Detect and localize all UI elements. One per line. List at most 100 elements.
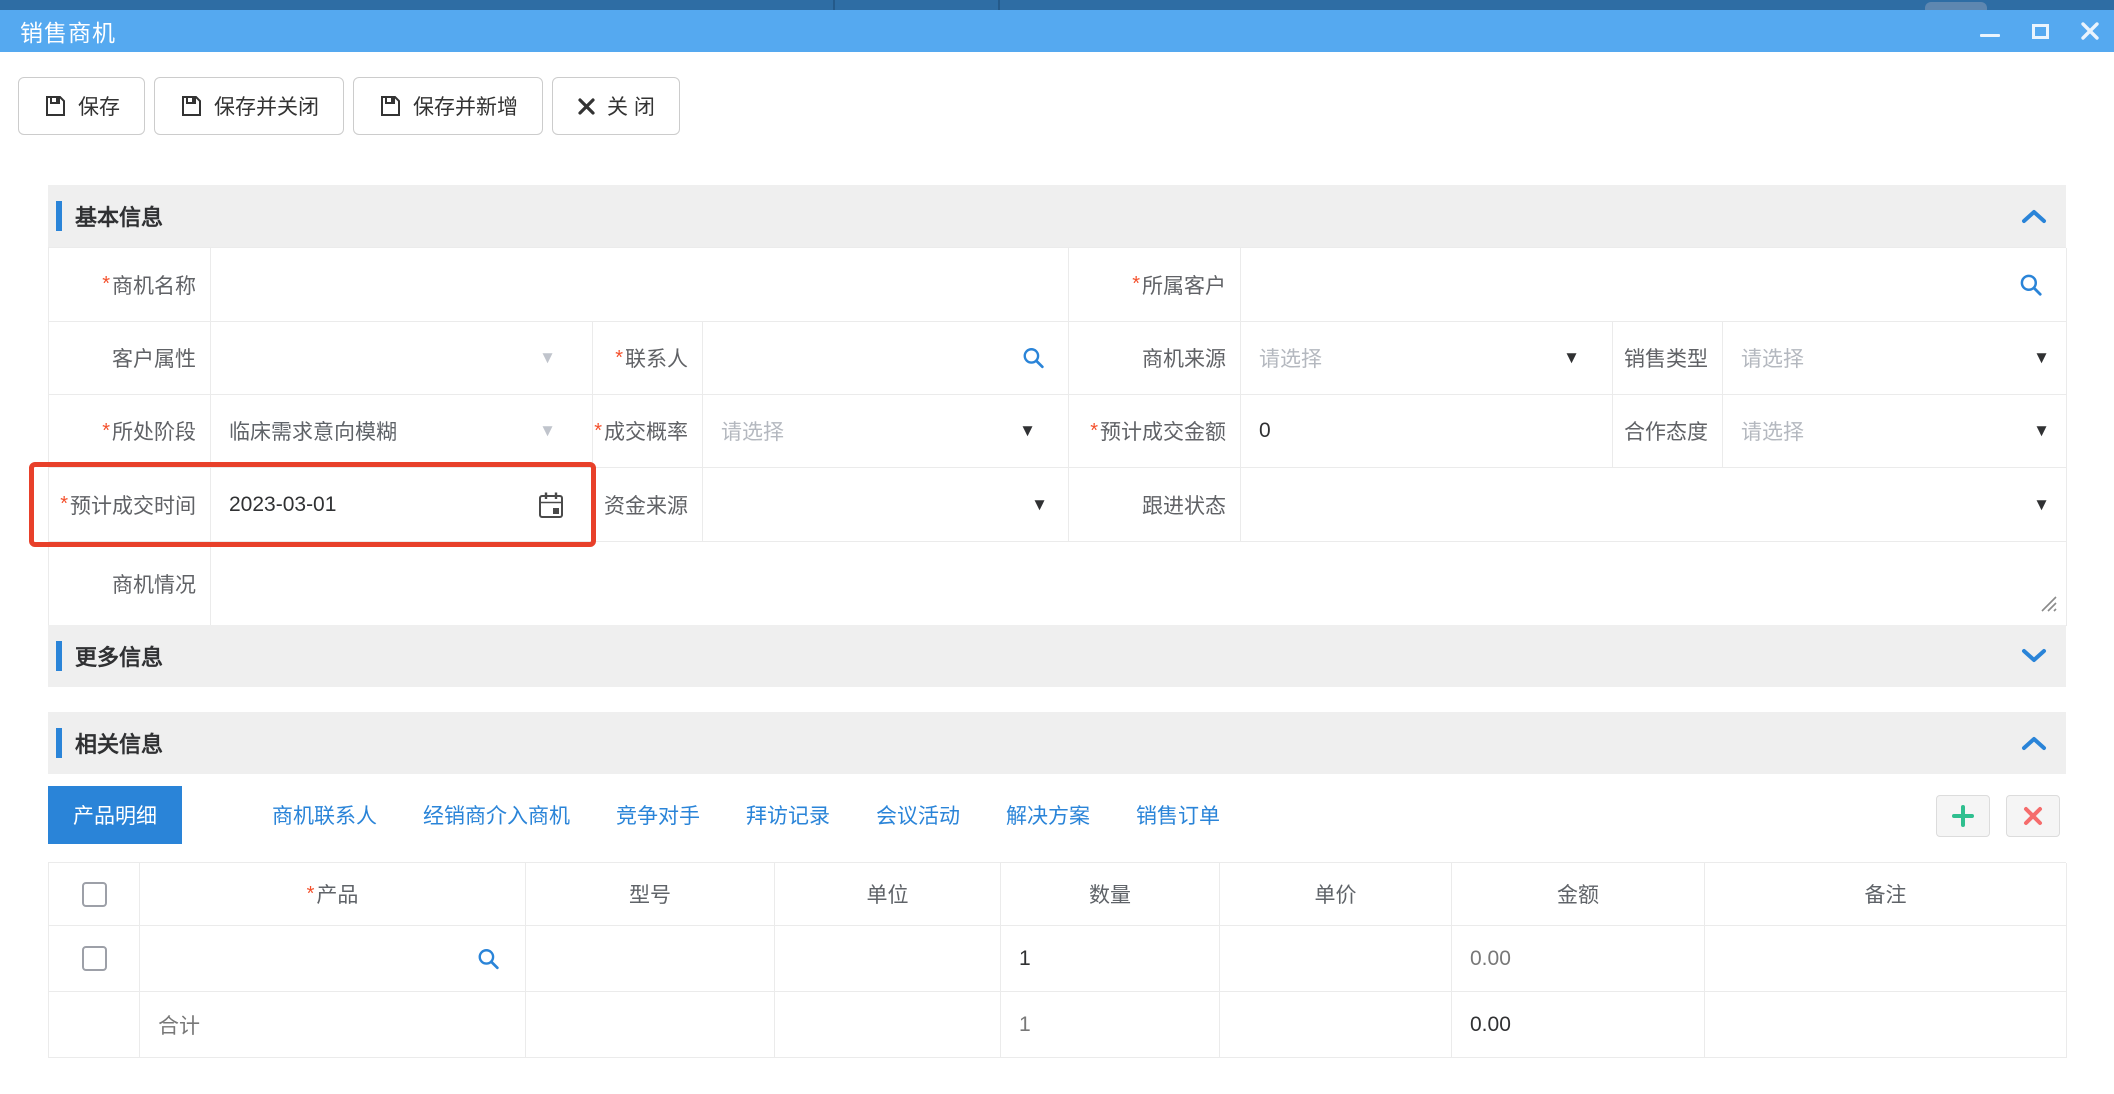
contact-search-button[interactable] — [1021, 346, 1046, 371]
dropdown-arrow-icon: ▼ — [2033, 348, 2050, 367]
cell-amount[interactable]: 0.00 — [1452, 926, 1705, 992]
label-attitude: 合作态度 — [1613, 395, 1723, 468]
required-asterisk: * — [615, 346, 623, 369]
basic-info-form: * 商机名称 * 所属客户 客户属性 ▼ * 联系人 商机来源 请选择 ▼ 销售… — [48, 247, 2067, 626]
close-window-button[interactable] — [2078, 19, 2102, 43]
customer-input[interactable] — [1259, 272, 2066, 297]
related-tabs-bar: 产品明细 商机联系人 经销商介入商机 竞争对手 拜访记录 会议活动 解决方案 销… — [48, 774, 2066, 862]
label-opportunity-name: * 商机名称 — [49, 248, 211, 322]
section-accent-bar — [56, 201, 62, 231]
dropdown-arrow-icon: ▼ — [539, 421, 556, 440]
field-close-date — [211, 468, 593, 542]
plus-icon — [1952, 805, 1974, 827]
header-amount: 金额 — [1452, 863, 1705, 926]
section-accent-bar — [56, 728, 62, 758]
label-close-date: * 预计成交时间 — [49, 468, 211, 542]
cell-unit[interactable] — [775, 926, 1001, 992]
dialog-body: 基本信息 * 商机名称 * 所属客户 客户属性 ▼ * 联系人 商机来源 请选择… — [48, 0, 2067, 1094]
label-contact: * 联系人 — [593, 322, 703, 395]
close-icon — [2081, 22, 2099, 40]
field-opportunity-name — [211, 248, 1069, 322]
header-unit: 单位 — [775, 863, 1001, 926]
section-more-info: 更多信息 — [48, 625, 2066, 687]
field-customer — [1241, 248, 2067, 322]
select-all-checkbox[interactable] — [81, 881, 107, 907]
row-select-cell — [49, 926, 140, 992]
cell-qty[interactable]: 1 — [1001, 926, 1220, 992]
tab-sales-orders[interactable]: 销售订单 — [1136, 800, 1220, 830]
tab-meeting-activities[interactable]: 会议活动 — [876, 800, 960, 830]
date-picker-button[interactable] — [536, 490, 566, 520]
required-asterisk: * — [102, 419, 110, 442]
header-qty: 数量 — [1001, 863, 1220, 926]
dropdown-arrow-icon: ▼ — [1019, 421, 1036, 440]
label-customer: * 所属客户 — [1069, 248, 1241, 322]
field-sale-type[interactable]: 请选择 ▼ — [1723, 322, 2067, 395]
dropdown-arrow-icon: ▼ — [539, 348, 556, 367]
add-row-button[interactable] — [1936, 795, 1990, 837]
header-price: 单价 — [1220, 863, 1452, 926]
section-basic-title: 基本信息 — [75, 205, 164, 230]
chevron-down-icon — [2022, 649, 2046, 662]
field-attitude[interactable]: 请选择 ▼ — [1723, 395, 2067, 468]
delete-row-button[interactable] — [2006, 795, 2060, 837]
situation-textarea[interactable] — [229, 559, 2066, 608]
product-search-button[interactable] — [476, 946, 501, 971]
total-price-cell — [1220, 992, 1452, 1058]
row-checkbox[interactable] — [81, 946, 107, 971]
product-table: * 产品 型号 单位 数量 单价 金额 备注 1 0.00 合计 1 0.00 — [48, 862, 2067, 1058]
label-probability: * 成交概率 — [593, 395, 703, 468]
required-asterisk: * — [102, 273, 110, 295]
tab-links: 商机联系人 经销商介入商机 竞争对手 拜访记录 会议活动 解决方案 销售订单 — [226, 786, 1220, 844]
cell-note[interactable] — [1705, 926, 2067, 992]
required-asterisk: * — [1090, 419, 1098, 442]
label-situation: 商机情况 — [49, 542, 211, 626]
collapse-basic-button[interactable] — [2020, 185, 2048, 247]
required-asterisk: * — [594, 419, 602, 442]
label-follow-status: 跟进状态 — [1069, 468, 1241, 542]
field-follow-status[interactable]: ▼ — [1241, 468, 2067, 542]
tab-visit-records[interactable]: 拜访记录 — [746, 800, 830, 830]
tab-dealer-involvement[interactable]: 经销商介入商机 — [423, 800, 570, 830]
total-model-cell — [526, 992, 775, 1058]
chevron-up-icon — [2022, 210, 2046, 223]
tab-product-detail[interactable]: 产品明细 — [48, 786, 182, 844]
dropdown-arrow-icon: ▼ — [2033, 494, 2050, 514]
total-amount-cell: 0.00 — [1452, 992, 1705, 1058]
required-asterisk: * — [306, 882, 315, 905]
section-basic-info: 基本信息 — [48, 185, 2066, 247]
cell-price[interactable] — [1220, 926, 1452, 992]
cell-product — [140, 926, 526, 992]
header-model: 型号 — [526, 863, 775, 926]
amount-input[interactable] — [1259, 419, 1612, 443]
expand-more-button[interactable] — [2020, 625, 2048, 687]
field-customer-attr[interactable]: ▼ — [211, 322, 593, 395]
contact-input[interactable] — [721, 346, 1068, 370]
header-note: 备注 — [1705, 863, 2067, 926]
field-probability[interactable]: 请选择 ▼ — [703, 395, 1069, 468]
tab-competitors[interactable]: 竞争对手 — [616, 800, 700, 830]
search-icon — [2020, 274, 2042, 296]
opportunity-name-input[interactable] — [229, 272, 1068, 297]
header-product: * 产品 — [140, 863, 526, 926]
dropdown-arrow-icon: ▼ — [1031, 494, 1048, 514]
collapse-related-button[interactable] — [2020, 712, 2048, 774]
resize-handle[interactable] — [2036, 591, 2058, 619]
section-related-info: 相关信息 — [48, 712, 2066, 774]
tab-solutions[interactable]: 解决方案 — [1006, 800, 1090, 830]
field-fund-source[interactable]: ▼ — [703, 468, 1069, 542]
field-source[interactable]: 请选择 ▼ — [1241, 322, 1613, 395]
customer-search-button[interactable] — [2018, 272, 2044, 298]
cell-model[interactable] — [526, 926, 775, 992]
field-stage[interactable]: 临床需求意向模糊 ▼ — [211, 395, 593, 468]
tab-opportunity-contacts[interactable]: 商机联系人 — [272, 800, 377, 830]
field-situation — [211, 542, 2067, 626]
label-fund-source: 资金来源 — [593, 468, 703, 542]
delete-x-icon — [2024, 807, 2042, 825]
field-contact — [703, 322, 1069, 395]
dropdown-arrow-icon: ▼ — [1563, 348, 1580, 367]
calendar-icon — [539, 492, 563, 518]
label-stage: * 所处阶段 — [49, 395, 211, 468]
search-icon — [478, 948, 499, 969]
select-all-cell — [49, 863, 140, 926]
